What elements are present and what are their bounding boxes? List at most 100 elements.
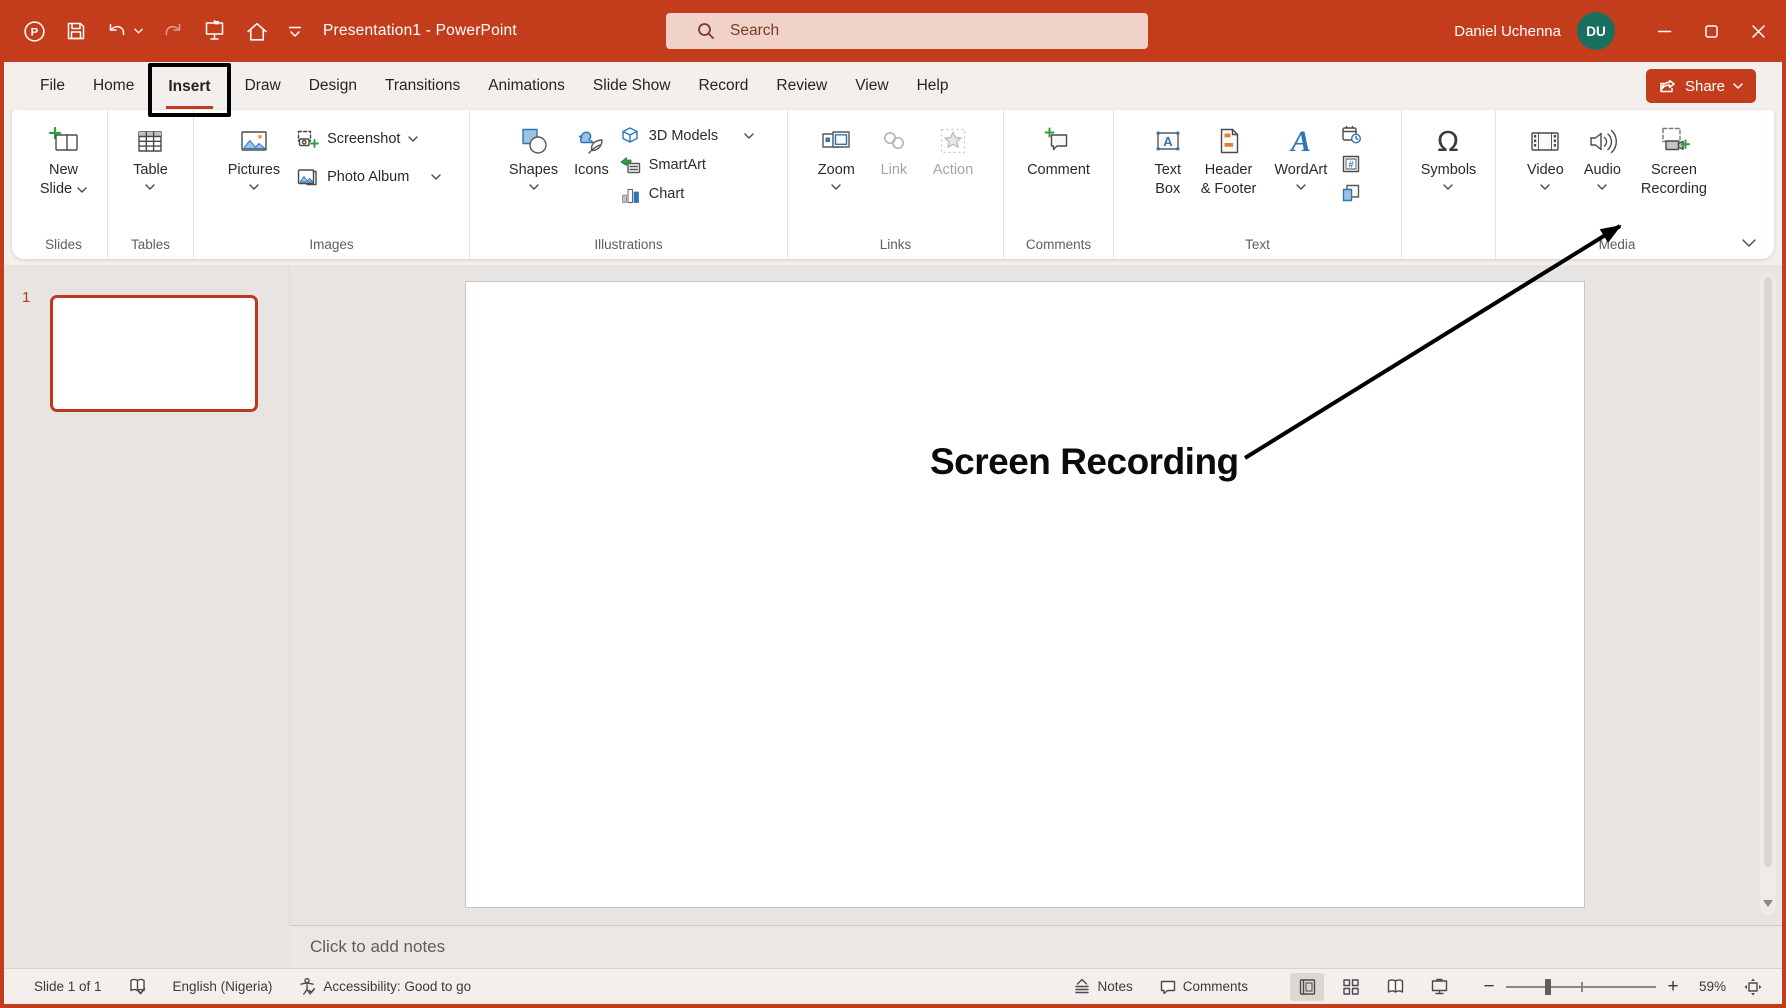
table-icon	[135, 121, 165, 161]
customize-qat-icon[interactable]	[287, 24, 303, 38]
scroll-down-icon[interactable]	[1760, 900, 1776, 907]
tab-insert[interactable]: Insert	[154, 78, 224, 95]
reading-view-button[interactable]	[1378, 973, 1412, 1001]
slide-number-button[interactable]: #	[1341, 154, 1362, 174]
chevron-down-icon	[1597, 184, 1607, 190]
date-time-icon	[1341, 125, 1362, 145]
tab-view[interactable]: View	[841, 63, 902, 109]
chevron-down-icon	[529, 184, 539, 190]
pictures-button[interactable]: Pictures	[222, 117, 286, 190]
active-tab-underline	[166, 106, 212, 110]
notes-pane[interactable]: Click to add notes	[290, 925, 1782, 968]
normal-view-button[interactable]	[1290, 973, 1324, 1001]
user-name[interactable]: Daniel Uchenna	[1454, 23, 1561, 40]
svg-text:A: A	[1163, 134, 1173, 149]
header-footer-button[interactable]: Header& Footer	[1195, 117, 1263, 203]
vertical-scrollbar[interactable]	[1760, 273, 1776, 915]
comments-toggle[interactable]: Comments	[1151, 973, 1256, 1001]
tab-home[interactable]: Home	[79, 63, 148, 109]
redo-icon[interactable]	[160, 19, 185, 43]
text-box-button[interactable]: A TextBox	[1147, 117, 1189, 203]
svg-text:#: #	[1349, 160, 1354, 170]
slide-show-view-button[interactable]	[1422, 973, 1456, 1001]
home-icon[interactable]	[244, 19, 270, 44]
slide-count[interactable]: Slide 1 of 1	[34, 973, 110, 1001]
undo-icon[interactable]	[105, 19, 143, 43]
tab-slide-show[interactable]: Slide Show	[579, 63, 685, 109]
object-button[interactable]	[1341, 183, 1362, 203]
new-slide-button[interactable]: New Slide	[34, 117, 93, 199]
zoom-slider[interactable]	[1506, 979, 1656, 995]
screenshot-button[interactable]: Screenshot	[296, 129, 418, 149]
collapse-ribbon-icon[interactable]	[1742, 239, 1756, 247]
tab-review[interactable]: Review	[762, 63, 841, 109]
tab-file[interactable]: File	[26, 63, 79, 109]
icons-button[interactable]: Icons	[568, 117, 615, 204]
save-icon[interactable]	[64, 19, 88, 43]
wordart-icon: A	[1284, 121, 1318, 161]
spell-check-icon[interactable]	[120, 973, 155, 1001]
user-avatar[interactable]: DU	[1577, 12, 1615, 50]
language-status[interactable]: English (Nigeria)	[165, 973, 281, 1001]
slide-thumbnail[interactable]	[50, 295, 258, 412]
group-label-comments: Comments	[1004, 237, 1113, 252]
symbols-button[interactable]: Ω Symbols	[1415, 117, 1483, 190]
tab-draw[interactable]: Draw	[231, 63, 295, 109]
date-time-button[interactable]	[1341, 125, 1362, 145]
audio-button[interactable]: Audio	[1578, 117, 1627, 199]
search-icon	[696, 21, 716, 41]
powerpoint-logo-icon[interactable]: P	[22, 19, 47, 44]
slide-sorter-view-button[interactable]	[1334, 973, 1368, 1001]
shapes-button[interactable]: Shapes	[503, 117, 564, 204]
video-button[interactable]: Video	[1521, 117, 1570, 199]
photo-album-button[interactable]: Photo Album	[296, 167, 441, 187]
zoom-controls: − +	[1482, 976, 1680, 998]
share-button[interactable]: Share	[1646, 69, 1756, 103]
slide-canvas[interactable]	[465, 281, 1585, 908]
maximize-button[interactable]	[1688, 0, 1735, 62]
ribbon-group-tables: Table Tables	[108, 110, 194, 259]
slide-number-icon: #	[1341, 154, 1361, 174]
chart-button[interactable]: Chart	[619, 184, 684, 204]
fit-slide-to-window-button[interactable]	[1736, 973, 1770, 1001]
chevron-down-icon	[408, 136, 418, 142]
svg-text:P: P	[31, 26, 39, 38]
comment-button[interactable]: Comment	[1021, 117, 1096, 180]
close-button[interactable]	[1735, 0, 1782, 62]
chevron-down-icon	[431, 174, 441, 180]
zoom-slider-thumb[interactable]	[1545, 979, 1551, 995]
group-label-images: Images	[194, 237, 469, 252]
search-input[interactable]: Search	[666, 13, 1148, 49]
start-slideshow-icon[interactable]	[202, 18, 227, 44]
tab-record[interactable]: Record	[684, 63, 762, 109]
smartart-button[interactable]: SmartArt	[619, 155, 706, 175]
new-slide-icon	[48, 121, 80, 161]
notes-placeholder: Click to add notes	[310, 937, 445, 957]
shapes-icon	[519, 121, 549, 161]
notes-toggle[interactable]: Notes	[1065, 973, 1140, 1001]
group-label-links: Links	[788, 237, 1003, 252]
zoom-icon	[820, 121, 852, 161]
accessibility-status[interactable]: Accessibility: Good to go	[290, 973, 479, 1001]
scrollbar-thumb[interactable]	[1764, 277, 1772, 867]
tab-design[interactable]: Design	[295, 63, 371, 109]
search-placeholder: Search	[730, 22, 779, 40]
tab-transitions[interactable]: Transitions	[371, 63, 474, 109]
wordart-button[interactable]: A WordArt	[1268, 117, 1333, 203]
tab-help[interactable]: Help	[903, 63, 963, 109]
3d-models-button[interactable]: 3D Models	[619, 126, 754, 146]
zoom-in-button[interactable]: +	[1666, 976, 1680, 998]
smartart-icon	[619, 155, 641, 175]
ribbon-group-text: A TextBox Header& Footer A	[1114, 110, 1402, 259]
zoom-level[interactable]: 59%	[1690, 979, 1726, 994]
notes-icon	[1073, 978, 1091, 995]
zoom-out-button[interactable]: −	[1482, 976, 1496, 998]
tab-animations[interactable]: Animations	[474, 63, 579, 109]
screen-recording-button[interactable]: ScreenRecording	[1635, 117, 1713, 199]
zoom-button[interactable]: Zoom	[812, 117, 861, 190]
table-button[interactable]: Table	[127, 117, 174, 190]
minimize-button[interactable]	[1641, 0, 1688, 62]
slide-number-label: 1	[22, 289, 30, 306]
insert-tab-annotation-box: Insert	[148, 63, 230, 117]
quick-access-toolbar: P	[4, 18, 303, 44]
